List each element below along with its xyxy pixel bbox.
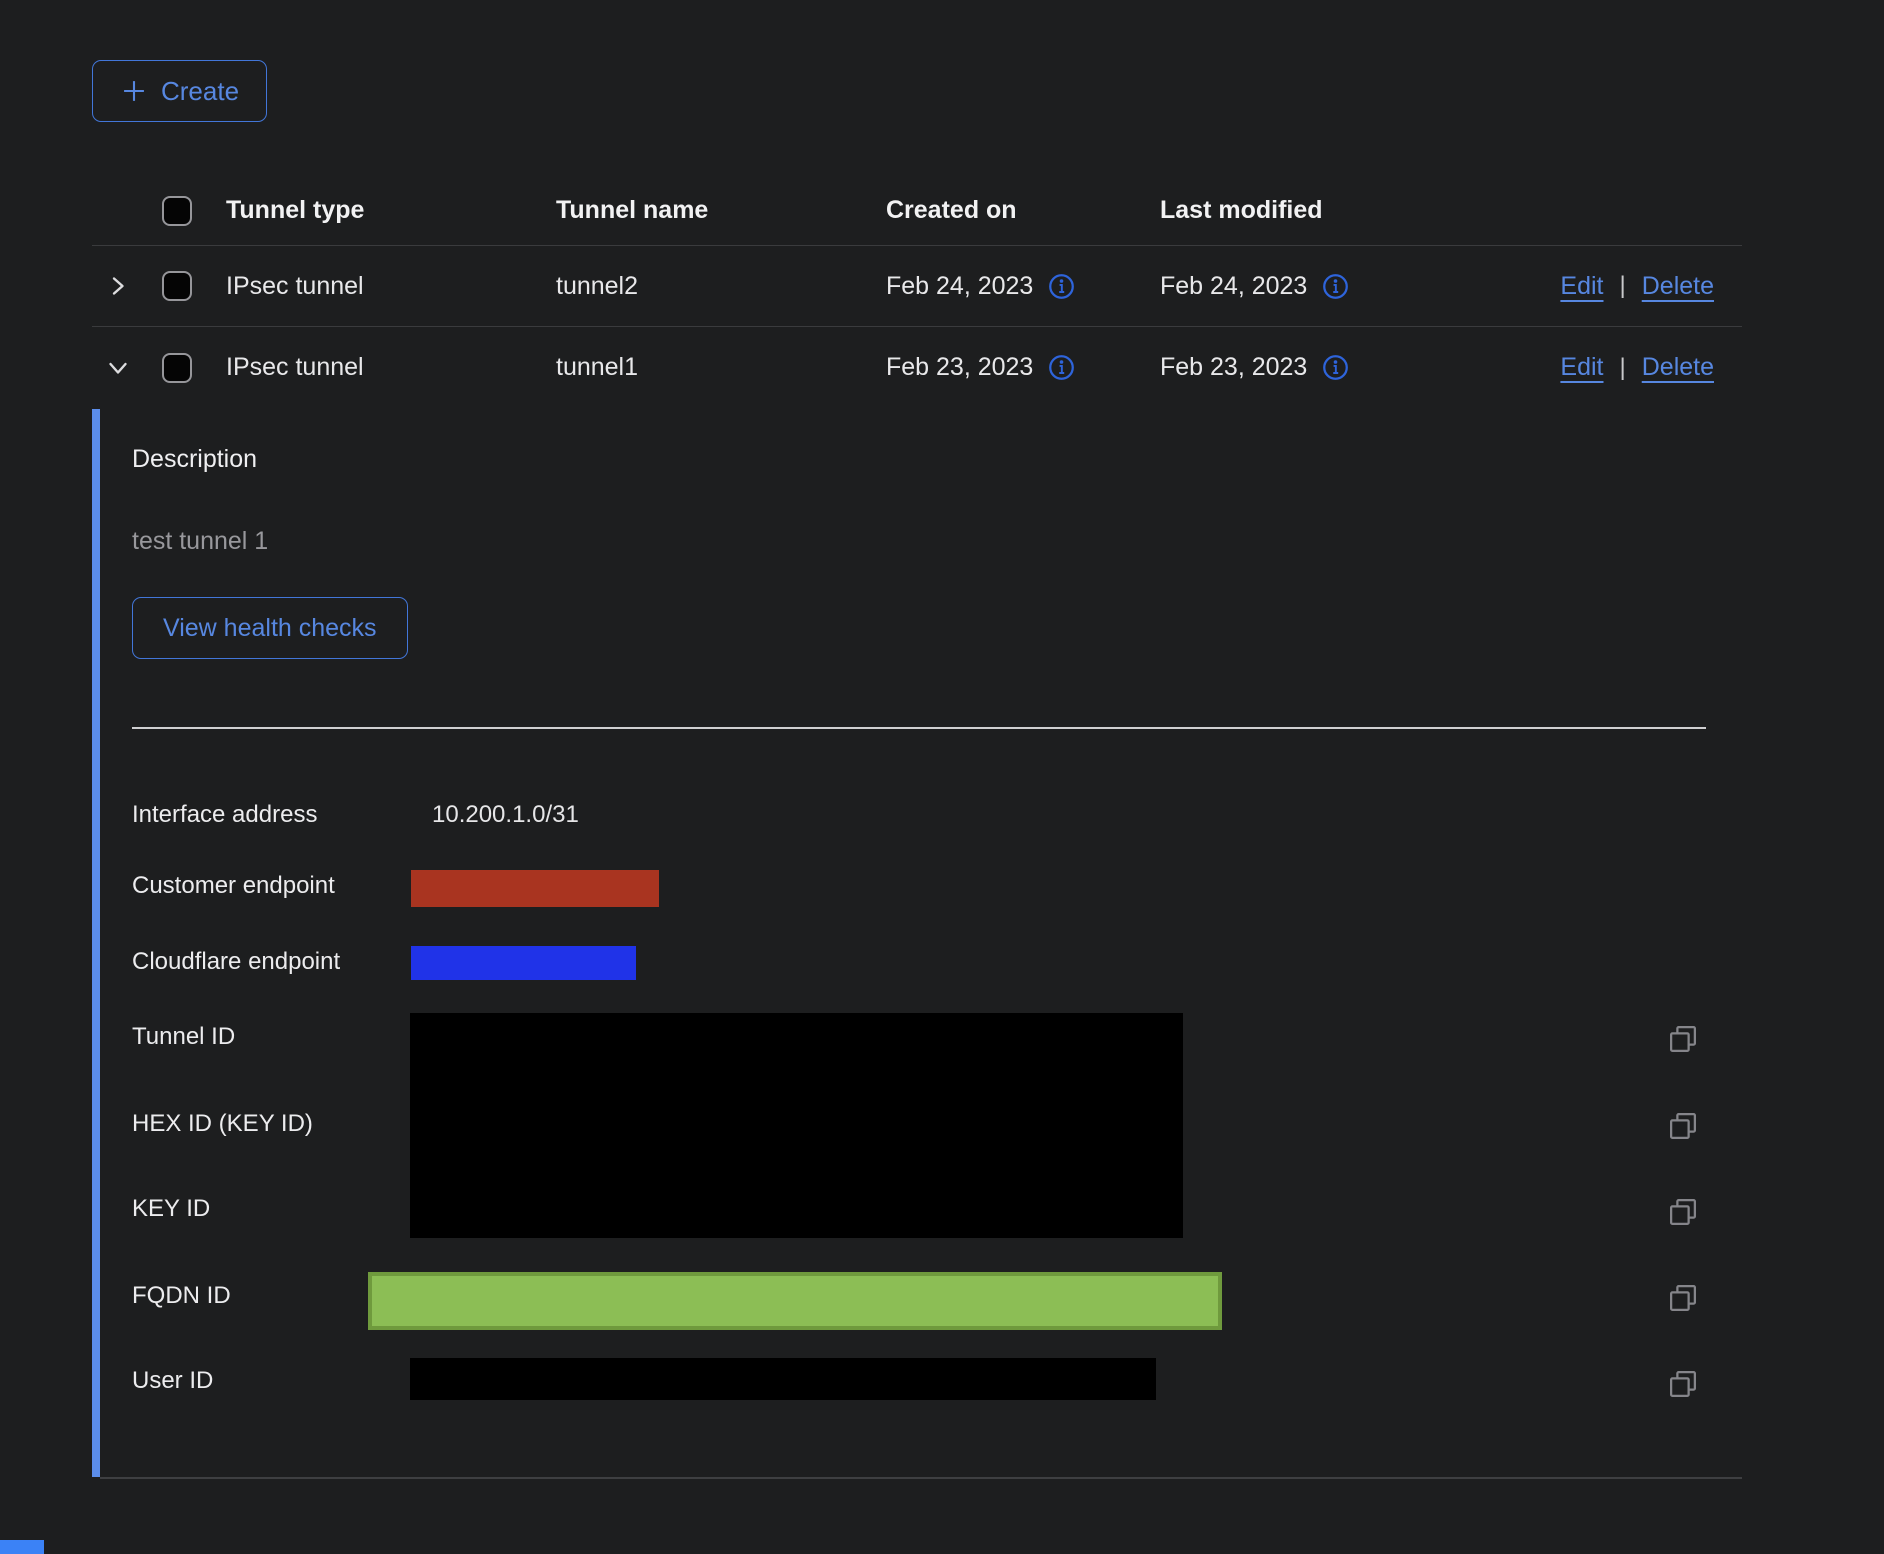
info-icon[interactable] [1048,354,1075,381]
tunnels-table: Tunnel type Tunnel name Created on Last … [92,176,1742,408]
panel-bottom-divider [100,1477,1742,1479]
customer-endpoint-label: Customer endpoint [132,872,335,900]
copy-fqdn-id-button[interactable] [1668,1283,1698,1313]
user-id-redacted-value [410,1358,1156,1400]
copy-hex-id-button[interactable] [1668,1111,1698,1141]
info-icon[interactable] [1322,354,1349,381]
focus-indicator [0,1540,44,1554]
tunnel-type-cell: IPsec tunnel [226,353,556,382]
key-id-label: KEY ID [132,1195,210,1223]
header-tunnel-name: Tunnel name [556,196,886,225]
tunnel-id-label: Tunnel ID [132,1023,235,1051]
view-health-checks-label: View health checks [163,614,377,643]
fqdn-id-label: FQDN ID [132,1282,231,1310]
tunnel-ids-redacted-value [410,1013,1183,1238]
customer-endpoint-redacted-value [411,870,659,907]
delete-link[interactable]: Delete [1642,353,1714,382]
copy-icon [1668,1111,1698,1141]
copy-user-id-button[interactable] [1668,1369,1698,1399]
created-on-cell: Feb 24, 2023 [886,272,1033,301]
view-health-checks-button[interactable]: View health checks [132,597,408,659]
copy-icon [1668,1024,1698,1054]
action-separator: | [1620,354,1626,382]
copy-icon [1668,1197,1698,1227]
details-divider [132,727,1706,729]
copy-icon [1668,1283,1698,1313]
info-icon[interactable] [1048,273,1075,300]
interface-address-label: Interface address [132,801,317,829]
interface-address-value: 10.200.1.0/31 [432,801,579,829]
user-id-label: User ID [132,1367,213,1395]
edit-link[interactable]: Edit [1560,272,1603,301]
create-button-label: Create [161,76,239,107]
header-created-on: Created on [886,196,1160,225]
fqdn-id-redacted-value [368,1272,1222,1330]
tunnel-details-panel: Description test tunnel 1 View health ch… [92,409,1742,1479]
row-checkbox[interactable] [162,353,192,383]
tunnels-page: Create Tunnel type Tunnel name Created o… [0,0,1884,1554]
info-icon[interactable] [1322,273,1349,300]
plus-icon [120,77,148,105]
created-on-cell: Feb 23, 2023 [886,353,1033,382]
expanded-row-accent-bar [92,409,100,1477]
action-separator: | [1620,272,1626,300]
copy-icon [1668,1369,1698,1399]
copy-key-id-button[interactable] [1668,1197,1698,1227]
hex-id-label: HEX ID (KEY ID) [132,1110,313,1138]
last-modified-cell: Feb 23, 2023 [1160,353,1307,382]
table-row: IPsec tunnel tunnel2 Feb 24, 2023 Feb 24… [92,246,1742,327]
tunnel-type-cell: IPsec tunnel [226,272,556,301]
expand-row-button[interactable] [106,274,130,298]
chevron-right-icon [106,274,130,298]
delete-link[interactable]: Delete [1642,272,1714,301]
table-header-row: Tunnel type Tunnel name Created on Last … [92,176,1742,246]
edit-link[interactable]: Edit [1560,353,1603,382]
description-label: Description [132,445,257,474]
chevron-down-icon [106,356,130,380]
description-value: test tunnel 1 [132,527,268,556]
table-row: IPsec tunnel tunnel1 Feb 23, 2023 Feb 23… [92,327,1742,408]
cloudflare-endpoint-label: Cloudflare endpoint [132,948,340,976]
header-last-modified: Last modified [1160,196,1460,225]
tunnel-name-cell: tunnel2 [556,272,886,301]
cloudflare-endpoint-redacted-value [411,946,636,980]
copy-tunnel-id-button[interactable] [1668,1024,1698,1054]
create-button[interactable]: Create [92,60,267,122]
row-checkbox[interactable] [162,271,192,301]
select-all-checkbox[interactable] [162,196,192,226]
collapse-row-button[interactable] [106,356,130,380]
last-modified-cell: Feb 24, 2023 [1160,272,1307,301]
tunnel-name-cell: tunnel1 [556,353,886,382]
header-tunnel-type: Tunnel type [226,196,556,225]
